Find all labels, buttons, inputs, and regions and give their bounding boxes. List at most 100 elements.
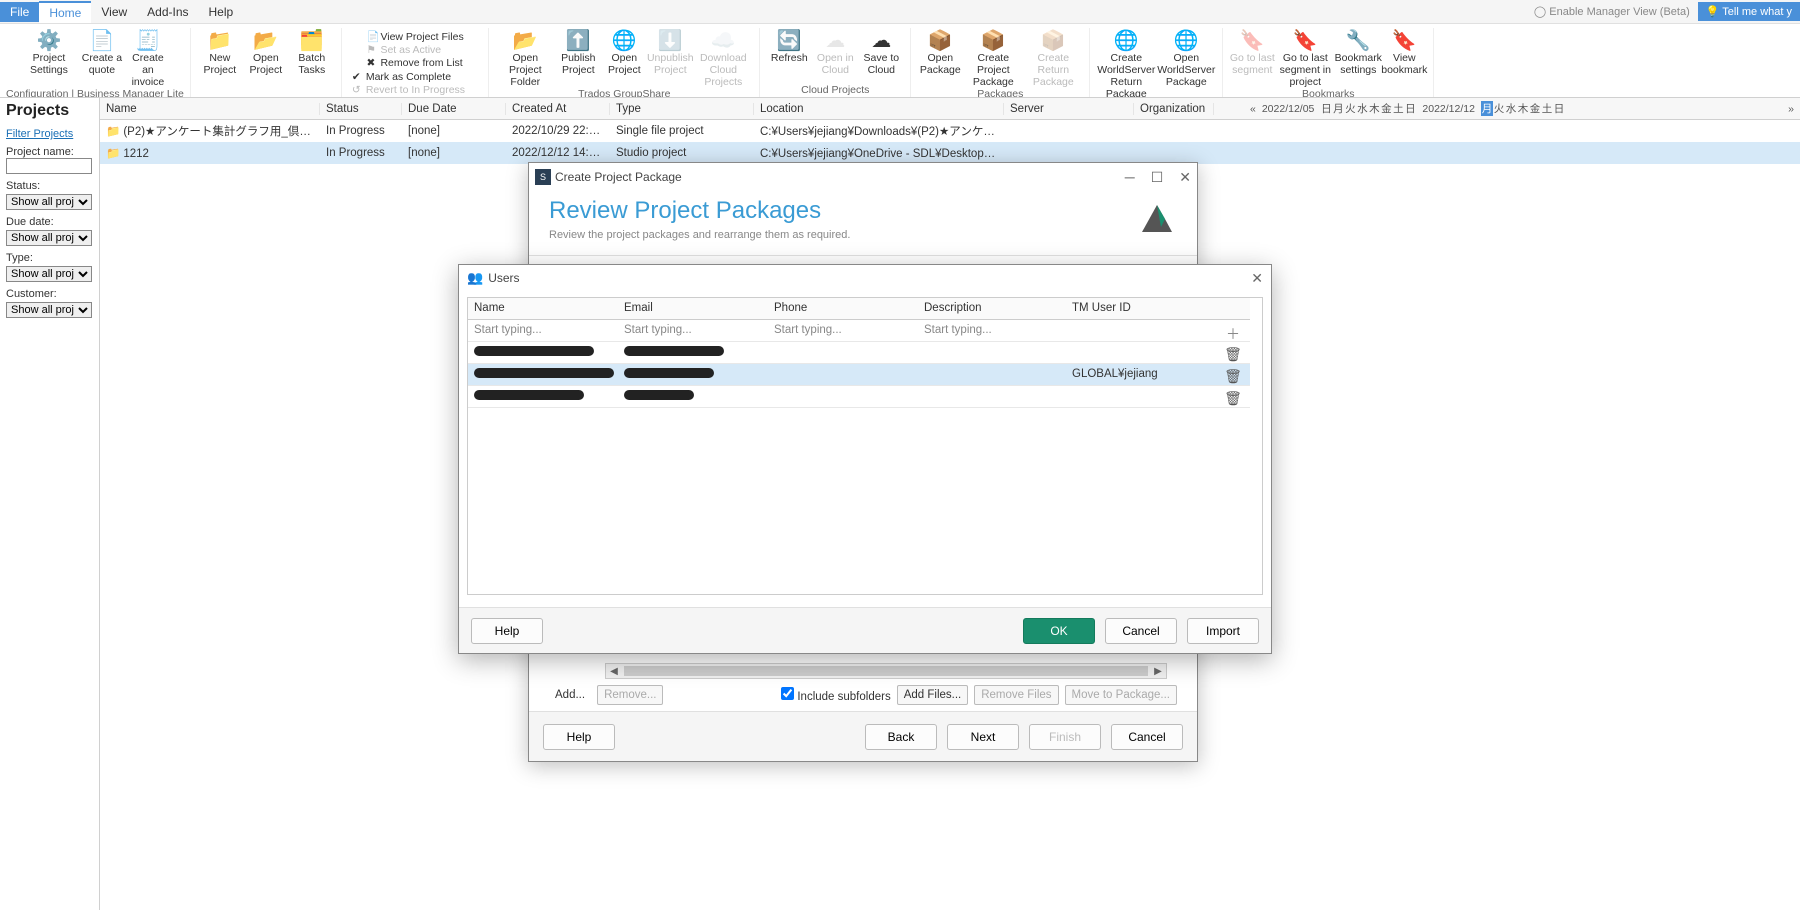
col-email[interactable]: Email: [618, 298, 768, 320]
file-icon: 📄: [366, 30, 380, 43]
menu-view[interactable]: View: [91, 2, 137, 22]
label-status: Status:: [6, 180, 93, 192]
col-location[interactable]: Location: [754, 103, 1004, 115]
open-project-button[interactable]: 📂Open Project: [243, 28, 289, 76]
create-project-package[interactable]: 📦Create Project Package: [963, 28, 1023, 88]
col-type[interactable]: Type: [610, 103, 754, 115]
delete-icon[interactable]: 🗑: [1216, 386, 1250, 408]
create-invoice-button[interactable]: 🧾Create an invoice: [125, 28, 171, 88]
close-button[interactable]: ✕: [1179, 169, 1191, 186]
horizontal-scrollbar[interactable]: ◀▶: [605, 663, 1167, 679]
menu-help[interactable]: Help: [199, 2, 244, 22]
project-row[interactable]: 📁1212 In Progress[none]2022/12/12 14:52:…: [100, 142, 1800, 164]
new-icon: 📁: [207, 30, 232, 52]
filter-email[interactable]: Start typing...: [618, 320, 768, 342]
invoice-icon: 🧾: [135, 30, 160, 52]
menu-addins[interactable]: Add-Ins: [137, 2, 198, 22]
open-project-folder[interactable]: 📂Open Project Folder: [495, 28, 555, 88]
revert-icon: ↺: [352, 84, 366, 96]
publish-icon: ⬆️: [566, 30, 591, 52]
col-org[interactable]: Organization: [1134, 103, 1214, 115]
package-icon: 📦: [928, 30, 953, 52]
close-button[interactable]: ✕: [1251, 270, 1263, 287]
tell-me[interactable]: 💡 Tell me what y: [1698, 2, 1800, 21]
toggle-manager-view[interactable]: ◯ Enable Manager View (Beta): [1534, 5, 1690, 18]
refresh-button[interactable]: 🔄Refresh: [766, 28, 812, 76]
col-created[interactable]: Created At: [506, 103, 610, 115]
package-create-icon: 📦: [981, 30, 1006, 52]
maximize-button[interactable]: ☐: [1151, 169, 1164, 186]
customer-select[interactable]: Show all proj: [6, 302, 92, 318]
filter-projects-link[interactable]: Filter Projects: [6, 128, 73, 140]
finish-button: Finish: [1029, 724, 1101, 750]
help-button[interactable]: Help: [471, 618, 543, 644]
type-select[interactable]: Show all proj: [6, 266, 92, 282]
include-subfolders[interactable]: Include subfolders: [781, 687, 891, 703]
filter-name[interactable]: Start typing...: [468, 320, 618, 342]
project-settings-button[interactable]: ⚙️Project Settings: [19, 28, 79, 88]
move-to-package-button[interactable]: Move to Package...: [1065, 685, 1177, 705]
col-name[interactable]: Name: [468, 298, 618, 320]
left-panel: Projects Filter Projects Project name: S…: [0, 98, 100, 910]
col-server[interactable]: Server: [1004, 103, 1134, 115]
cancel-button[interactable]: Cancel: [1111, 724, 1183, 750]
create-ws-return[interactable]: 🌐Create WorldServer Return Package: [1096, 28, 1156, 98]
gear-icon: ⚙️: [36, 30, 61, 52]
menu-file[interactable]: File: [0, 2, 39, 22]
filter-phone[interactable]: Start typing...: [768, 320, 918, 342]
col-status[interactable]: Status: [320, 103, 402, 115]
import-button[interactable]: Import: [1187, 618, 1259, 644]
delete-icon[interactable]: 🗑: [1216, 342, 1250, 364]
quote-icon: 📄: [89, 30, 114, 52]
trados-logo-icon: [1137, 197, 1177, 237]
help-button[interactable]: Help: [543, 724, 615, 750]
col-tm[interactable]: TM User ID: [1066, 298, 1216, 320]
project-row[interactable]: 📁(P2)★アンケート集計グラフ用_倶知安黒松内… In Progress[no…: [100, 120, 1800, 142]
batch-tasks-button[interactable]: 🗂️Batch Tasks: [289, 28, 335, 76]
publish-project[interactable]: ⬆️Publish Project: [555, 28, 601, 88]
open-ws-package[interactable]: 🌐Open WorldServer Package: [1156, 28, 1216, 98]
view-project-files[interactable]: 📄View Project Files: [366, 30, 463, 43]
add-user-button[interactable]: ＋: [1216, 320, 1250, 342]
due-select[interactable]: Show all proj: [6, 230, 92, 246]
col-phone[interactable]: Phone: [768, 298, 918, 320]
open-package[interactable]: 📦Open Package: [917, 28, 963, 88]
mark-complete[interactable]: ✔Mark as Complete: [352, 71, 451, 83]
col-due[interactable]: Due Date: [402, 103, 506, 115]
minimize-button[interactable]: ─: [1125, 169, 1135, 186]
col-name[interactable]: Name: [100, 103, 320, 115]
go-last-in-project[interactable]: 🔖Go to last segment in project: [1275, 28, 1335, 88]
label-due: Due date:: [6, 216, 93, 228]
remove-from-list[interactable]: ✖Remove from List: [366, 57, 462, 69]
calendar-header: «2022/12/05 日月火水木金土日 2022/12/12 月火水木金土日 …: [1250, 98, 1800, 120]
bookmark-gear-icon: 🔧: [1346, 30, 1371, 52]
remove-files-button[interactable]: Remove Files: [974, 685, 1058, 705]
create-quote-button[interactable]: 📄Create a quote: [79, 28, 125, 88]
label-project-name: Project name:: [6, 146, 93, 158]
add-button[interactable]: Add...: [549, 686, 591, 704]
col-desc[interactable]: Description: [918, 298, 1066, 320]
remove-button[interactable]: Remove...: [597, 685, 663, 705]
cancel-button[interactable]: Cancel: [1105, 618, 1177, 644]
add-files-button[interactable]: Add Files...: [897, 685, 969, 705]
bookmark-settings[interactable]: 🔧Bookmark settings: [1335, 28, 1381, 88]
cloud-save-icon: ☁: [871, 30, 891, 52]
next-button[interactable]: Next: [947, 724, 1019, 750]
filter-desc[interactable]: Start typing...: [918, 320, 1066, 342]
view-bookmarks[interactable]: 🔖View bookmark: [1381, 28, 1427, 88]
open-in-cloud: ☁Open in Cloud: [812, 28, 858, 76]
delete-icon[interactable]: 🗑: [1216, 364, 1250, 386]
ok-button[interactable]: OK: [1023, 618, 1095, 644]
menu-home[interactable]: Home: [39, 1, 91, 23]
open-gs-project[interactable]: 🌐Open Project: [601, 28, 647, 88]
app-icon: S: [535, 169, 551, 185]
bookmark-proj-icon: 🔖: [1293, 30, 1318, 52]
new-project-button[interactable]: 📁New Project: [197, 28, 243, 76]
set-as-active: ⚑Set as Active: [366, 44, 441, 56]
back-button[interactable]: Back: [865, 724, 937, 750]
project-name-input[interactable]: [6, 158, 92, 174]
save-to-cloud[interactable]: ☁Save to Cloud: [858, 28, 904, 76]
dialog-subtext: Review the project packages and rearrang…: [549, 229, 850, 241]
batch-icon: 🗂️: [299, 30, 324, 52]
status-select[interactable]: Show all proj: [6, 194, 92, 210]
